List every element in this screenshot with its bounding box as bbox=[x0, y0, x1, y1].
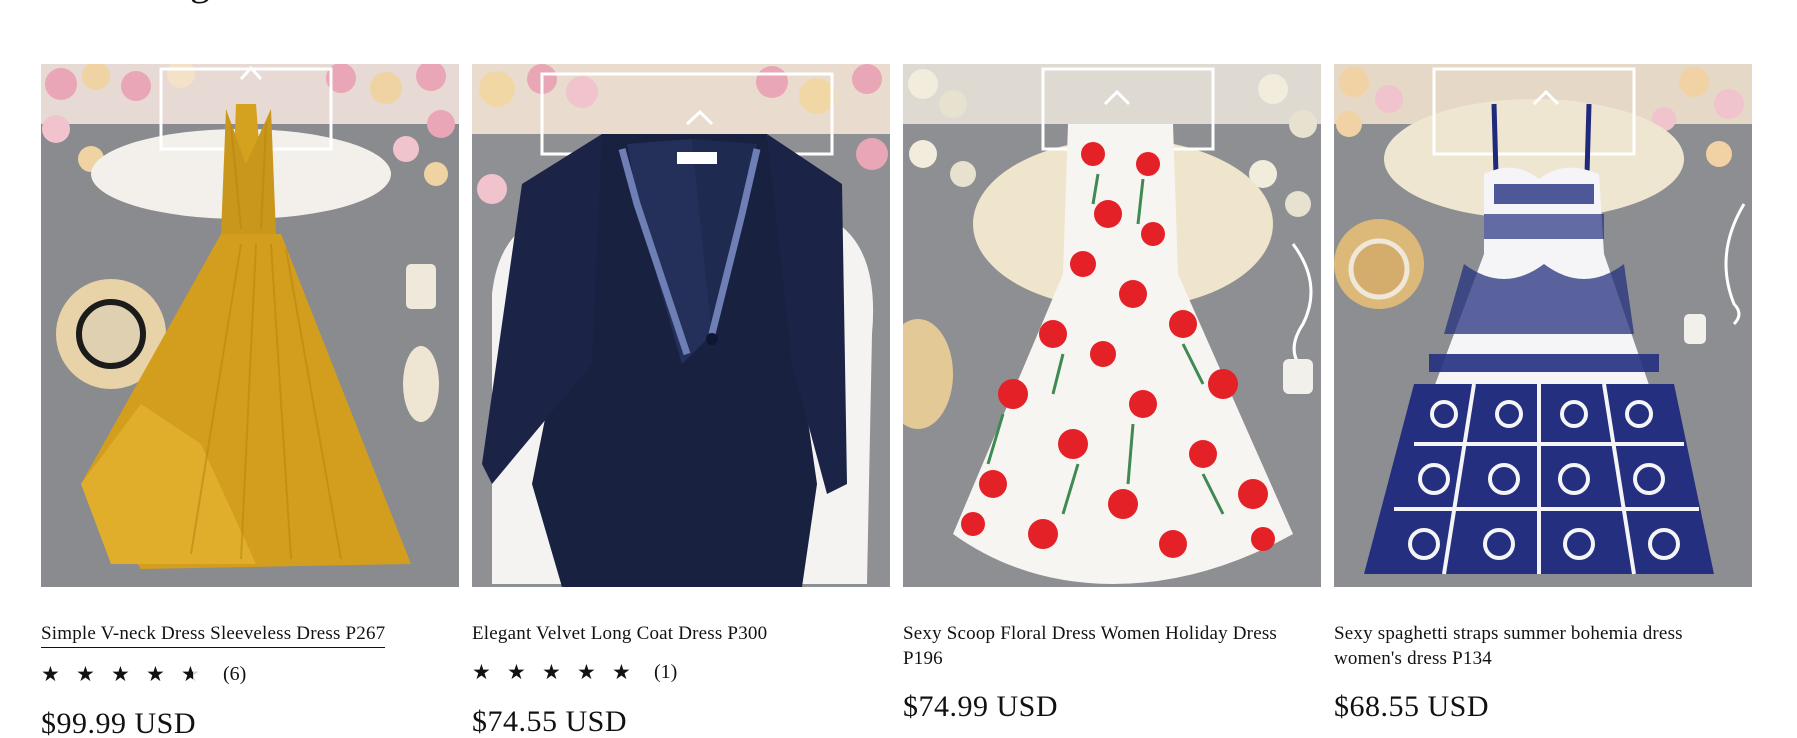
product-rating: ★ ★ ★ ★ ★ (6) bbox=[41, 660, 459, 688]
star-icon: ★ bbox=[41, 661, 60, 686]
product-title-link[interactable]: Sexy Scoop Floral Dress Women Holiday Dr… bbox=[903, 621, 1321, 671]
product-card[interactable]: Sexy Scoop Floral Dress Women Holiday Dr… bbox=[903, 64, 1321, 738]
product-price: $99.99 USD bbox=[41, 707, 197, 738]
product-image[interactable] bbox=[41, 64, 459, 587]
product-title-link[interactable]: Elegant Velvet Long Coat Dress P300 bbox=[472, 621, 767, 646]
star-rating: ★ ★ ★ ★ ★ bbox=[472, 659, 634, 684]
product-price: $68.55 USD bbox=[1334, 690, 1490, 723]
section-heading-fragment: g bbox=[190, 0, 260, 4]
product-rating: ★ ★ ★ ★ ★ (1) bbox=[472, 658, 890, 686]
star-icon: ★ bbox=[111, 661, 130, 686]
product-price: $74.99 USD bbox=[903, 690, 1059, 723]
half-star-icon: ★ bbox=[181, 663, 203, 685]
product-price: $74.55 USD bbox=[472, 705, 628, 738]
product-image[interactable] bbox=[1334, 64, 1752, 587]
star-rating: ★ ★ ★ ★ ★ bbox=[41, 661, 203, 686]
star-icon: ★ bbox=[146, 661, 165, 686]
star-icon: ★ bbox=[472, 659, 491, 684]
product-card[interactable]: Elegant Velvet Long Coat Dress P300 ★ ★ … bbox=[472, 64, 890, 738]
star-icon: ★ bbox=[76, 661, 95, 686]
product-image[interactable] bbox=[472, 64, 890, 587]
star-icon: ★ bbox=[507, 659, 526, 684]
product-card[interactable]: Simple V-neck Dress Sleeveless Dress P26… bbox=[41, 64, 459, 738]
product-title-link[interactable]: Simple V-neck Dress Sleeveless Dress P26… bbox=[41, 621, 386, 648]
product-title-link[interactable]: Sexy spaghetti straps summer bohemia dre… bbox=[1334, 621, 1752, 671]
star-icon: ★ bbox=[612, 659, 631, 684]
product-image[interactable] bbox=[903, 64, 1321, 587]
product-card[interactable]: Sexy spaghetti straps summer bohemia dre… bbox=[1334, 64, 1752, 738]
product-grid: Simple V-neck Dress Sleeveless Dress P26… bbox=[41, 64, 1752, 738]
star-icon: ★ bbox=[542, 659, 561, 684]
review-count: (6) bbox=[223, 662, 247, 685]
review-count: (1) bbox=[654, 660, 678, 683]
star-icon: ★ bbox=[577, 659, 596, 684]
